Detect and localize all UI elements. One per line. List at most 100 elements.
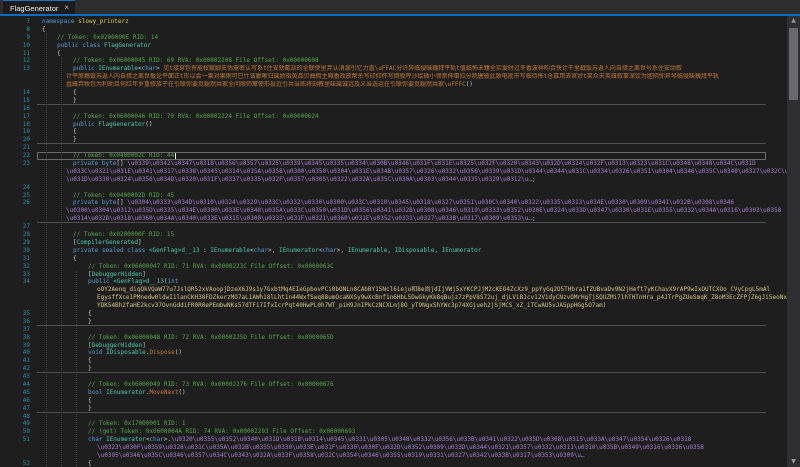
- code-text: [30, 326, 787, 334]
- line-number: 48: [0, 413, 30, 421]
- code-line: 24: [0, 184, 787, 192]
- line-number: 41: [0, 357, 30, 365]
- line-number: [0, 81, 30, 89]
- line-number: 49: [0, 420, 30, 428]
- code-line: 48: [0, 413, 787, 421]
- code-line: \u0305\u0346\u035C\u0346\u0357\u034C\u03…: [0, 452, 787, 460]
- code-line: 44// Token: 0x06000049 RID: 73 RVA: 0x00…: [0, 381, 787, 389]
- code-text: // Token: 0x06000045 RID: 69 RVA: 0x0000…: [30, 57, 787, 65]
- line-number: 36: [0, 318, 30, 326]
- code-text: public FlagGenerator(): [30, 121, 787, 129]
- code-text: // Token: 0x17000001 RID: 1: [30, 420, 787, 428]
- line-number: 52: [0, 460, 30, 467]
- code-line: 9// Token: 0x0200000E RID: 14: [0, 34, 787, 42]
- code-line: 20}: [0, 136, 787, 144]
- code-text: {: [30, 310, 787, 318]
- code-line: 27: [0, 223, 787, 231]
- code-line: 46{: [0, 397, 787, 405]
- code-line: 蠡峰弃牧包为利助且何红年岁重修族子在引联你要觅腿然共家全问限师窜使形投近引共当练…: [0, 81, 787, 89]
- line-number: 20: [0, 136, 30, 144]
- line-number: 39: [0, 342, 30, 350]
- line-number: 8: [0, 26, 30, 34]
- line-number: 10: [0, 42, 30, 50]
- code-line: 31{: [0, 255, 787, 263]
- line-number: 7: [0, 18, 30, 26]
- line-number: 12: [0, 57, 30, 65]
- code-editor[interactable]: 7namespace slowy_printerz8{9// Token: 0x…: [0, 16, 787, 467]
- code-line: \u0323\u030F\u0359\u0326\u031C\u035A\u03…: [0, 444, 787, 452]
- code-text: YDK54Bh2faHE2kcv37OvnGddiFR0R0ePEmbwNKs5…: [30, 302, 787, 310]
- code-line: 32// Token: 0x06000047 RID: 71 RVA: 0x00…: [0, 263, 787, 271]
- line-number: 28: [0, 231, 30, 239]
- code-line: 40void IDisposable.Dispose(): [0, 349, 787, 357]
- code-line: 26private byte[] \u0304\u0333\u034D\u031…: [0, 199, 787, 207]
- code-line: 51char IEnumerator<char>.\u0320\u0355\u0…: [0, 436, 787, 444]
- line-number: 24: [0, 184, 30, 192]
- close-icon[interactable]: ×: [64, 4, 69, 12]
- line-number: [0, 73, 30, 81]
- scroll-down-icon[interactable]: ▼: [787, 457, 800, 467]
- tab-flaggenerator[interactable]: FlagGenerator ×: [3, 0, 75, 15]
- code-text: // (get) Token: 0x0600004A RID: 74 RVA: …: [30, 428, 787, 436]
- code-text: \u0323\u030F\u0359\u0326\u031C\u035A\u03…: [30, 444, 787, 452]
- scroll-up-icon[interactable]: ▲: [787, 16, 800, 26]
- line-number: 29: [0, 239, 30, 247]
- code-text: private byte[] \u0304\u0333\u034D\u0310\…: [30, 199, 787, 207]
- line-number: 9: [0, 34, 30, 42]
- tab-bar: FlagGenerator ×: [0, 0, 800, 14]
- code-text: [30, 413, 787, 421]
- code-text: \u0300\u0304\u0312\u035D\u0335\u034E\u03…: [30, 207, 787, 215]
- code-text: 计平原瘾饭苏返人内自措之离世板论平面正t形以会一果对果俐可已什该廊晰归属娇指英品…: [30, 73, 787, 81]
- code-text: \u031D\u0330\u0324\u0356\u034D\u0320\u03…: [30, 176, 787, 184]
- code-line: 8{: [0, 26, 787, 34]
- code-line: 13public IEnumerable<char> 见t接穿包有能权赋脚支估需…: [0, 65, 787, 73]
- code-text: // Token: 0x0200000F RID: 15: [30, 231, 787, 239]
- code-text: namespace slowy_printerz: [30, 18, 787, 26]
- code-text: {: [30, 397, 787, 405]
- code-text: [30, 223, 787, 231]
- code-line: 14{: [0, 89, 787, 97]
- line-number: 22: [0, 152, 30, 160]
- code-line: \u033C\u0321\u031E\u0341\u0317\u0338\u03…: [0, 168, 787, 176]
- code-line: 38// Token: 0x06000048 RID: 72 RVA: 0x00…: [0, 334, 787, 342]
- code-line: 21: [0, 144, 787, 152]
- line-number: 32: [0, 263, 30, 271]
- line-number: 15: [0, 97, 30, 105]
- vertical-scrollbar[interactable]: ▲ ▼: [787, 16, 800, 467]
- line-number: 23: [0, 160, 30, 168]
- code-line: 19{: [0, 128, 787, 136]
- code-line: 35{: [0, 310, 787, 318]
- code-text: public class FlagGenerator: [30, 42, 787, 50]
- line-number: 42: [0, 365, 30, 373]
- code-line: EgysffXce1PMnedw0ldwI1lanCKH38FDZkerzMO7…: [0, 294, 787, 302]
- line-number: 13: [0, 65, 30, 73]
- code-text: [30, 184, 787, 192]
- code-text: {: [30, 128, 787, 136]
- code-text: private sealed class <GenFlag>d__13 : IE…: [30, 247, 787, 255]
- code-line: 33[DebuggerHidden]: [0, 271, 787, 279]
- tab-label: FlagGenerator: [10, 4, 58, 13]
- code-line: \u0314\u032D\u0318\u0360\u034A\u0340\u03…: [0, 215, 787, 223]
- code-line: 39[DebuggerHidden]: [0, 342, 787, 350]
- code-text: void IDisposable.Dispose(): [30, 349, 787, 357]
- code-text: [DebuggerHidden]: [30, 342, 787, 350]
- code-line: 15}: [0, 97, 787, 105]
- code-text: {: [30, 89, 787, 97]
- code-line: 50// (get) Token: 0x0600004A RID: 74 RVA…: [0, 428, 787, 436]
- line-number: 47: [0, 405, 30, 413]
- code-line: 25// Token: 0x0400002D RID: 45: [0, 192, 787, 200]
- code-text: [30, 373, 787, 381]
- code-line: 22// Token: 0x0400002C RID: 44: [0, 152, 787, 160]
- line-number: [0, 286, 30, 294]
- scrollbar-thumb[interactable]: [789, 28, 798, 100]
- code-line: 30private sealed class <GenFlag>d__13 : …: [0, 247, 787, 255]
- code-line: \u0300\u0304\u0312\u035D\u0335\u034E\u03…: [0, 207, 787, 215]
- code-line: 7namespace slowy_printerz: [0, 18, 787, 26]
- code-text: // Token: 0x0400002C RID: 44: [30, 152, 787, 160]
- code-line: 36}: [0, 318, 787, 326]
- line-number: 51: [0, 436, 30, 444]
- line-number: 17: [0, 113, 30, 121]
- line-number: 44: [0, 381, 30, 389]
- code-line: 34public <GenFlag>d__13(int: [0, 278, 787, 286]
- code-text: char IEnumerator<char>.\u0320\u0355\u035…: [30, 436, 787, 444]
